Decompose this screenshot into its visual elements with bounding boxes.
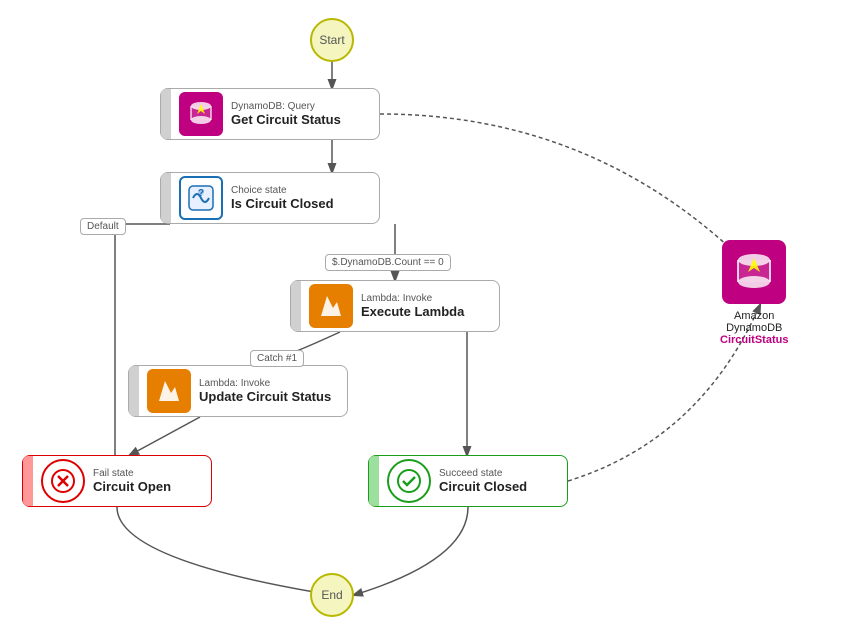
fail-icon	[41, 459, 85, 503]
dynamodb-query-text: DynamoDB: Query Get Circuit Status	[231, 101, 349, 127]
node-sep	[23, 456, 33, 506]
dynamo-side-resource: Amazon DynamoDB CircuitStatus	[720, 240, 788, 346]
start-node: Start	[310, 18, 354, 62]
dynamo-label3: CircuitStatus	[720, 334, 788, 346]
fail-state-top: Fail state	[93, 468, 171, 479]
node-sep	[129, 366, 139, 416]
choice-state-top: Choice state	[231, 185, 334, 196]
catch-text: Catch #1	[257, 353, 297, 364]
dynamodb-query-node[interactable]: DynamoDB: Query Get Circuit Status	[160, 88, 380, 140]
choice-state-text: Choice state Is Circuit Closed	[231, 185, 342, 211]
succeed-icon	[387, 459, 431, 503]
succeed-state-top: Succeed state	[439, 468, 527, 479]
dynamo-side-label: Amazon DynamoDB CircuitStatus	[720, 310, 788, 346]
default-label: Default	[80, 218, 126, 235]
count-zero-text: $.DynamoDB.Count == 0	[332, 257, 444, 268]
fail-state-main: Circuit Open	[93, 479, 171, 494]
choice-icon: ?	[179, 176, 223, 220]
default-text: Default	[87, 221, 119, 232]
execute-lambda-top: Lambda: Invoke	[361, 293, 464, 304]
execute-lambda-icon	[309, 284, 353, 328]
dynamo-query-icon	[179, 92, 223, 136]
dynamodb-query-main: Get Circuit Status	[231, 112, 341, 127]
dynamo-label1: Amazon	[720, 310, 788, 322]
node-sep	[291, 281, 301, 331]
svg-text:?: ?	[198, 188, 204, 199]
end-node: End	[310, 573, 354, 617]
update-circuit-main: Update Circuit Status	[199, 389, 331, 404]
fail-state-text: Fail state Circuit Open	[93, 468, 179, 494]
execute-lambda-text: Lambda: Invoke Execute Lambda	[361, 293, 472, 319]
end-label: End	[321, 588, 342, 602]
succeed-state-text: Succeed state Circuit Closed	[439, 468, 535, 494]
catch-label: Catch #1	[250, 350, 304, 367]
start-label: Start	[319, 33, 344, 47]
update-circuit-top: Lambda: Invoke	[199, 378, 331, 389]
execute-lambda-main: Execute Lambda	[361, 304, 464, 319]
dynamodb-query-top: DynamoDB: Query	[231, 101, 341, 112]
choice-state-node[interactable]: ? Choice state Is Circuit Closed	[160, 172, 380, 224]
update-circuit-node[interactable]: Lambda: Invoke Update Circuit Status	[128, 365, 348, 417]
dynamo-label2: DynamoDB	[720, 322, 788, 334]
execute-lambda-node[interactable]: Lambda: Invoke Execute Lambda	[290, 280, 500, 332]
succeed-state-main: Circuit Closed	[439, 479, 527, 494]
update-circuit-icon	[147, 369, 191, 413]
fail-state-node[interactable]: Fail state Circuit Open	[22, 455, 212, 507]
node-sep	[161, 173, 171, 223]
choice-state-main: Is Circuit Closed	[231, 196, 334, 211]
diagram-container: Start DynamoDB: Query Get Circuit Status	[0, 0, 847, 630]
count-zero-label: $.DynamoDB.Count == 0	[325, 254, 451, 271]
succeed-state-node[interactable]: Succeed state Circuit Closed	[368, 455, 568, 507]
dynamo-side-icon	[722, 240, 786, 304]
update-circuit-text: Lambda: Invoke Update Circuit Status	[199, 378, 339, 404]
node-sep	[369, 456, 379, 506]
node-sep	[161, 89, 171, 139]
